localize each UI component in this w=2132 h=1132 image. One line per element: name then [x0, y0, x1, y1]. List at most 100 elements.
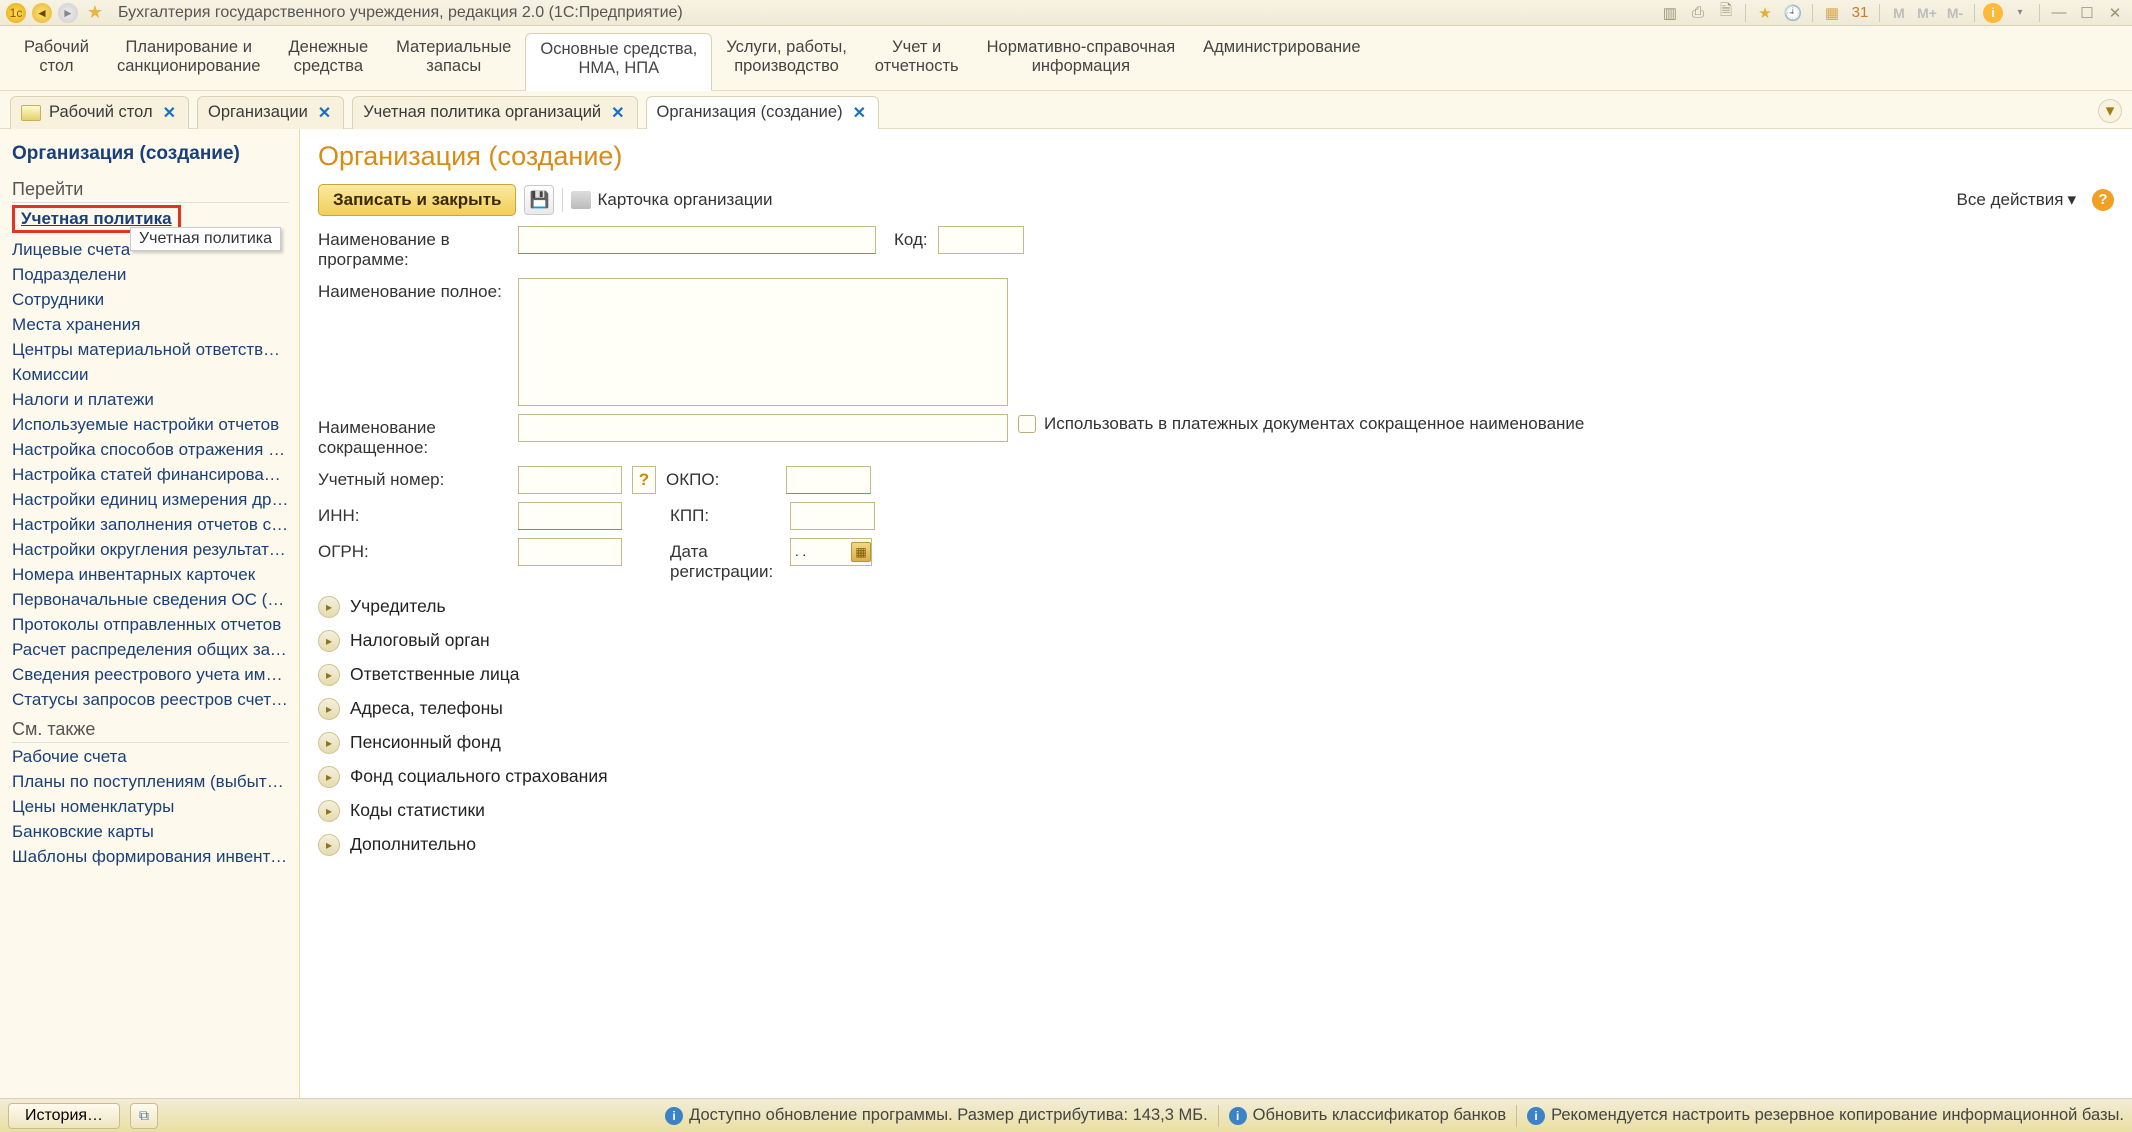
sidebar-item[interactable]: Сведения реестрового учета имущества — [12, 663, 289, 688]
help-icon[interactable]: ? — [2092, 189, 2114, 211]
expander-row[interactable]: ▸Учредитель — [318, 590, 2114, 624]
document-tab[interactable]: Учетная политика организаций✕ — [352, 96, 637, 129]
expander-row[interactable]: ▸Адреса, телефоны — [318, 692, 2114, 726]
sidebar-item[interactable]: Используемые настройки отчетов — [12, 413, 289, 438]
acc-no-input[interactable] — [518, 466, 622, 494]
toolbar-calc-icon[interactable]: ▦ — [1821, 3, 1843, 23]
sidebar-item[interactable]: Статусы запросов реестров счетов-фактур — [12, 688, 289, 713]
windows-button-icon[interactable]: ⧉ — [130, 1103, 158, 1129]
mainnav-item[interactable]: Нормативно-справочнаяинформация — [973, 32, 1190, 90]
sidebar-item[interactable]: Комиссии — [12, 363, 289, 388]
memory-mplus-icon[interactable]: M+ — [1916, 3, 1938, 23]
mainnav-item[interactable]: Рабочийстол — [10, 32, 103, 90]
sidebar-item[interactable]: Цены номенклатуры — [12, 795, 289, 820]
code-input[interactable] — [938, 226, 1024, 254]
write-close-button[interactable]: Записать и закрыть — [318, 184, 516, 216]
calendar-icon[interactable]: ▦ — [851, 542, 871, 562]
ogrn-input[interactable] — [518, 538, 622, 566]
mainnav-item[interactable]: Администрирование — [1189, 32, 1374, 90]
name-full-textarea[interactable] — [518, 278, 1008, 406]
acc-no-help-icon[interactable]: ? — [632, 466, 656, 494]
window-close-icon[interactable]: ✕ — [2104, 3, 2126, 23]
sidebar-item[interactable]: Первоначальные сведения ОС (бухгалтерск… — [12, 588, 289, 613]
use-short-name-checkbox[interactable] — [1018, 415, 1036, 433]
kpp-input[interactable] — [790, 502, 875, 530]
sidebar-item[interactable]: Планы по поступлениям (выбытиям) органи… — [12, 770, 289, 795]
expand-icon[interactable]: ▸ — [318, 664, 340, 686]
tab-close-icon[interactable]: ✕ — [609, 103, 626, 123]
reg-date-input[interactable] — [791, 539, 851, 565]
toolbar-save-icon[interactable]: ▥ — [1659, 3, 1681, 23]
expander-row[interactable]: ▸Налоговый орган — [318, 624, 2114, 658]
expand-icon[interactable]: ▸ — [318, 596, 340, 618]
expander-row[interactable]: ▸Дополнительно — [318, 828, 2114, 862]
tabs-dropdown-icon[interactable]: ▾ — [2098, 99, 2122, 123]
sidebar-item[interactable]: Протоколы отправленных отчетов — [12, 613, 289, 638]
window-minimize-icon[interactable]: — — [2048, 3, 2070, 23]
tab-close-icon[interactable]: ✕ — [316, 103, 333, 123]
toolbar-history-icon[interactable]: 🕘 — [1782, 3, 1804, 23]
toolbar-doc-icon[interactable]: 🗎 — [1715, 3, 1737, 23]
document-tab[interactable]: Организация (создание)✕ — [646, 96, 879, 129]
sidebar-item[interactable]: Места хранения — [12, 313, 289, 338]
expand-icon[interactable]: ▸ — [318, 630, 340, 652]
mainnav-item[interactable]: Планирование исанкционирование — [103, 32, 275, 90]
expand-icon[interactable]: ▸ — [318, 698, 340, 720]
sidebar-item[interactable]: Банковские карты — [12, 820, 289, 845]
sidebar-item[interactable]: Подразделени — [12, 263, 289, 288]
tab-close-icon[interactable]: ✕ — [851, 103, 868, 123]
memory-m-icon[interactable]: M — [1888, 3, 1910, 23]
save-icon[interactable]: 💾 — [524, 185, 554, 215]
favorite-star-icon[interactable]: ★ — [84, 2, 106, 24]
expander-row[interactable]: ▸Фонд социального страхования — [318, 760, 2114, 794]
print-org-card-button[interactable]: Карточка организации — [571, 190, 772, 210]
nav-back-icon[interactable]: ◄ — [32, 3, 52, 23]
memory-mminus-icon[interactable]: M- — [1944, 3, 1966, 23]
mainnav-item[interactable]: Материальныезапасы — [382, 32, 525, 90]
expander-row[interactable]: ▸Коды статистики — [318, 794, 2114, 828]
toolbar-calendar-icon[interactable]: 31 — [1849, 3, 1871, 23]
sidebar-item[interactable]: Шаблоны формирования инвентарных номе… — [12, 845, 289, 870]
app-logo-icon[interactable]: 1c — [6, 3, 26, 23]
sidebar-item[interactable]: Центры материальной ответственности — [12, 338, 289, 363]
status-update-available[interactable]: i Доступно обновление программы. Размер … — [665, 1106, 1208, 1125]
name-program-input[interactable] — [518, 226, 876, 254]
document-tab[interactable]: Рабочий стол✕ — [10, 96, 189, 129]
sidebar-item[interactable]: Номера инвентарных карточек — [12, 563, 289, 588]
window-maximize-icon[interactable]: ☐ — [2076, 3, 2098, 23]
reg-date-field[interactable]: ▦ — [790, 538, 872, 566]
help-info-icon[interactable]: i — [1983, 3, 2003, 23]
sidebar-item[interactable]: Настройки заполнения отчетов статистики … — [12, 513, 289, 538]
name-short-input[interactable] — [518, 414, 1008, 442]
mainnav-item[interactable]: Услуги, работы,производство — [712, 32, 861, 90]
sidebar-item[interactable]: Расчет распределения общих затрат — [12, 638, 289, 663]
sidebar-item[interactable]: Настройка статей финансирования (зарплат… — [12, 463, 289, 488]
nav-forward-icon[interactable]: ► — [58, 3, 78, 23]
expand-icon[interactable]: ▸ — [318, 834, 340, 856]
sidebar-item[interactable]: Настройки единиц измерения драг. материа… — [12, 488, 289, 513]
expander-row[interactable]: ▸Пенсионный фонд — [318, 726, 2114, 760]
sidebar-item[interactable]: Налоги и платежи — [12, 388, 289, 413]
mainnav-item[interactable]: Денежныесредства — [274, 32, 382, 90]
toolbar-fav-icon[interactable]: ★ — [1754, 3, 1776, 23]
sidebar-item[interactable]: Настройки округления результата расчета … — [12, 538, 289, 563]
expand-icon[interactable]: ▸ — [318, 800, 340, 822]
document-tab[interactable]: Организации✕ — [197, 96, 344, 129]
expand-icon[interactable]: ▸ — [318, 766, 340, 788]
mainnav-item[interactable]: Учет иотчетность — [861, 32, 973, 90]
status-backup-hint[interactable]: i Рекомендуется настроить резервное копи… — [1527, 1106, 2124, 1125]
status-refresh-bank[interactable]: i Обновить классификатор банков — [1229, 1106, 1506, 1125]
okpo-input[interactable] — [786, 466, 871, 494]
sidebar-item[interactable]: Рабочие счета — [12, 745, 289, 770]
sidebar-item[interactable]: Сотрудники — [12, 288, 289, 313]
expand-icon[interactable]: ▸ — [318, 732, 340, 754]
expander-row[interactable]: ▸Ответственные лица — [318, 658, 2114, 692]
toolbar-print-icon[interactable]: ⎙ — [1687, 3, 1709, 23]
history-button[interactable]: История… — [8, 1103, 120, 1129]
inn-input[interactable] — [518, 502, 622, 530]
all-actions-dropdown[interactable]: Все действия ▾ — [1957, 190, 2076, 210]
tab-close-icon[interactable]: ✕ — [161, 103, 178, 123]
help-dropdown-icon[interactable]: ▾ — [2009, 3, 2031, 23]
mainnav-item[interactable]: Основные средства,НМА, НПА — [525, 33, 712, 91]
sidebar-item[interactable]: Настройка способов отражения зарплаты в … — [12, 438, 289, 463]
